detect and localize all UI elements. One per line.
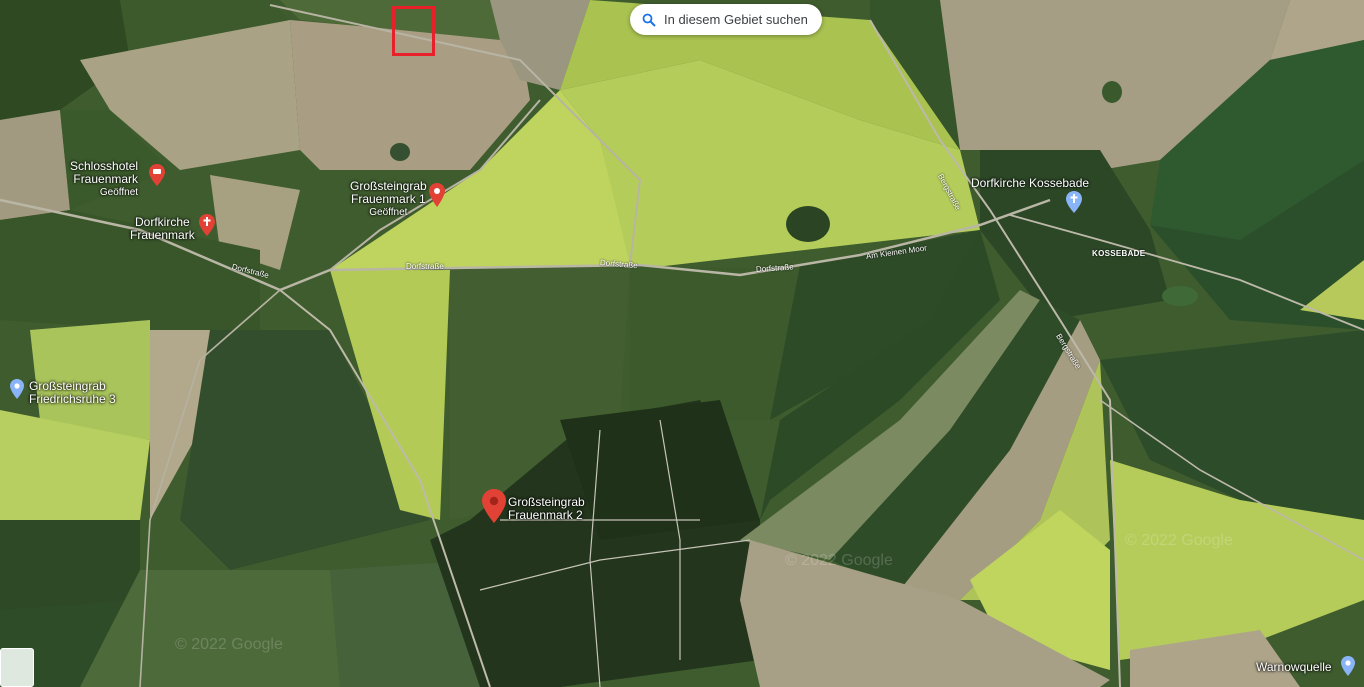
highlight-box [392,6,435,56]
locality-label-kossebade: KOSSEBADE [1092,249,1146,258]
place-label-grab-1[interactable]: Großsteingrab Frauenmark 1 Geöffnet [350,180,427,219]
place-name: Frauenmark 2 [508,508,583,522]
place-label-grab-3[interactable]: Großsteingrab Friedrichsruhe 3 [29,380,116,406]
map-pin-icon[interactable] [1341,656,1355,676]
place-status: Geöffnet [369,207,408,218]
place-label-warnowquelle[interactable]: Warnowquelle [1256,661,1332,674]
church-icon[interactable] [1066,191,1082,213]
search-this-area-button[interactable]: In diesem Gebiet suchen [630,4,822,35]
road-label-dorfstrasse: Dorfstraße [406,262,444,271]
place-label-dorfkirche-kossebade[interactable]: Dorfkirche Kossebade [971,177,1089,190]
map-watermark: © 2022 Google [175,636,283,653]
map-pin-icon[interactable] [482,489,506,523]
church-icon[interactable] [199,214,215,236]
place-status: Geöffnet [99,187,139,198]
search-icon [642,13,656,27]
satellite-map[interactable]: © 2022 Google © 2022 Google © 2022 Googl… [0,0,1364,687]
place-name: Friedrichsruhe 3 [29,392,116,406]
place-name: Warnowquelle [1256,660,1332,674]
map-watermark: © 2022 Google [1125,532,1233,549]
place-name: Dorfkirche Kossebade [971,176,1090,190]
place-name: Frauenmark 1 [351,192,426,206]
place-label-grab-2[interactable]: Großsteingrab Frauenmark 2 [508,496,585,522]
hotel-icon[interactable] [149,164,165,186]
map-pin-icon[interactable] [10,379,24,399]
map-pin-icon[interactable] [429,183,445,207]
layer-switcher-thumbnail[interactable] [0,648,34,687]
map-watermark: © 2022 Google [785,552,893,569]
place-label-schlosshotel[interactable]: Schlosshotel Frauenmark Geöffnet [70,160,138,199]
place-name: Frauenmark [130,228,195,242]
place-name: Frauenmark [73,172,139,186]
search-this-area-label: In diesem Gebiet suchen [664,12,808,27]
place-label-dorfkirche-frauenmark[interactable]: Dorfkirche Frauenmark [130,216,195,242]
satellite-imagery [0,0,1364,687]
